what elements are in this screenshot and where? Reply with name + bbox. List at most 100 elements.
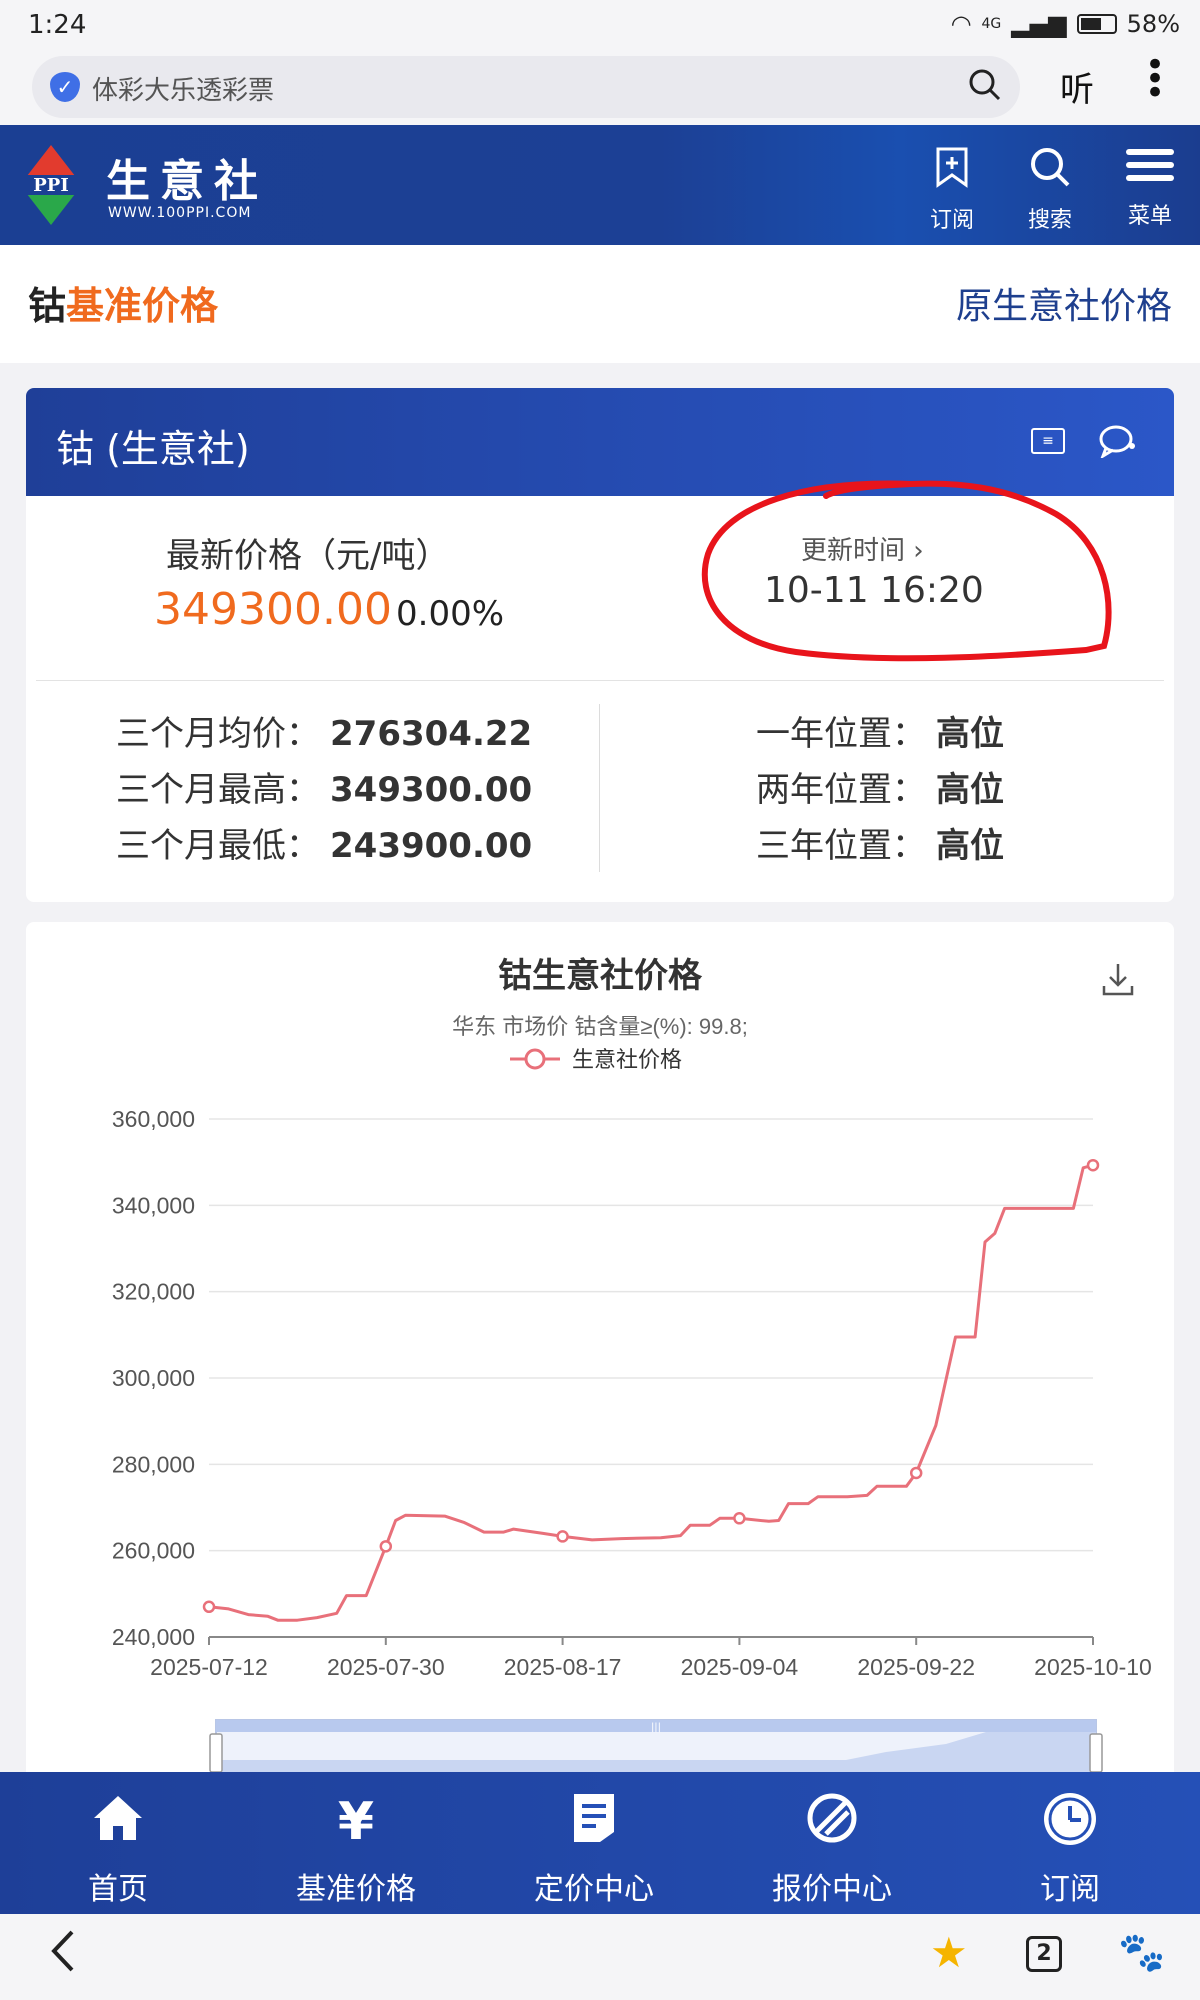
stat-1y-position: 一年位置： 高位	[756, 714, 1004, 754]
price-card-title: 钴 (生意社)	[56, 427, 250, 471]
back-arrow-icon[interactable]	[48, 1928, 78, 1985]
ppi-logo[interactable]: PPI	[20, 145, 82, 225]
price-card: 钴 (生意社) ≡ 最新价格（元/吨） 349300.00 0.00% 更新时间…	[26, 388, 1174, 902]
y-tick-label: 280,000	[112, 1451, 195, 1477]
quote-icon	[742, 1790, 922, 1854]
nav-benchmark-label: 基准价格	[296, 1872, 416, 1907]
x-tick-label: 2025-07-30	[327, 1654, 445, 1680]
home-icon	[28, 1790, 208, 1854]
status-indicators: ◠ 4G ▂▄▆ 58%	[951, 10, 1180, 38]
x-tick-label: 2025-08-17	[504, 1654, 622, 1680]
yen-icon: ¥	[337, 1792, 375, 1852]
nav-subscribe[interactable]: 订阅	[980, 1790, 1160, 1908]
search-icon	[1010, 145, 1090, 200]
header-subscribe-button[interactable]: 订阅	[912, 145, 992, 234]
page-title: 钴基准价格	[28, 275, 218, 330]
header-subscribe-label: 订阅	[929, 208, 974, 233]
search-icon[interactable]	[968, 68, 1002, 110]
site-name[interactable]: 生意社	[106, 145, 268, 209]
browser-toolbar: ✓ 体彩大乐透彩票	[0, 50, 1200, 125]
header-menu-button[interactable]: 菜单	[1110, 145, 1190, 230]
subscribe-icon	[912, 145, 992, 200]
y-tick-label: 360,000	[112, 1106, 195, 1132]
header-search-button[interactable]: 搜索	[1010, 145, 1090, 234]
clock-icon	[980, 1790, 1160, 1854]
slider-left-handle	[209, 1733, 223, 1772]
stat-2y-position: 两年位置： 高位	[756, 770, 1004, 810]
star-icon[interactable]: ★	[930, 1928, 968, 1977]
data-point	[556, 1530, 569, 1543]
document-icon	[504, 1790, 684, 1854]
header-menu-label: 菜单	[1127, 204, 1172, 229]
shield-icon: ✓	[50, 72, 80, 102]
header-search-label: 搜索	[1027, 208, 1072, 233]
nav-subscribe-label: 订阅	[1040, 1872, 1100, 1907]
x-tick-label: 2025-07-12	[150, 1654, 268, 1680]
status-bar: 1:24 ◠ 4G ▂▄▆ 58%	[0, 0, 1200, 50]
latest-price-label: 最新价格（元/吨）	[166, 536, 450, 576]
bottom-navigation: 首页 ¥ 基准价格 定价中心 报价中心 订阅	[0, 1772, 1200, 1914]
y-tick-label: 320,000	[112, 1279, 195, 1305]
battery-percent: 58%	[1126, 10, 1180, 38]
download-icon[interactable]	[1102, 964, 1134, 996]
nav-benchmark-price[interactable]: ¥ 基准价格	[266, 1790, 446, 1908]
slider-grip-icon: |||	[651, 1722, 661, 1733]
latest-price-value: 349300.00	[154, 584, 392, 635]
status-time: 1:24	[28, 10, 87, 40]
y-tick-label: 260,000	[112, 1538, 195, 1564]
nav-pricing-center[interactable]: 定价中心	[504, 1790, 684, 1908]
id-card-icon[interactable]: ≡	[1031, 428, 1065, 454]
legend-label: 生意社价格	[572, 1047, 682, 1072]
menu-icon	[1110, 145, 1190, 196]
signal-bars-icon: ▂▄▆	[1011, 10, 1067, 38]
nav-quote-label: 报价中心	[772, 1872, 892, 1907]
listen-button[interactable]: 听	[1060, 62, 1094, 111]
stat-3y-position: 三年位置： 高位	[756, 826, 1004, 866]
site-header: PPI 生意社 WWW.100PPI.COM 订阅 搜索 菜单	[0, 125, 1200, 245]
y-tick-label: 340,000	[112, 1192, 195, 1218]
data-point	[909, 1466, 923, 1480]
nav-quote-center[interactable]: 报价中心	[742, 1790, 922, 1908]
more-options-icon[interactable]: • • •	[1140, 48, 1170, 110]
page-title-row: 钴基准价格 原生意社价格	[0, 245, 1200, 363]
data-point	[733, 1512, 746, 1525]
x-tick-label: 2025-09-22	[857, 1654, 975, 1680]
nav-pricing-label: 定价中心	[534, 1872, 654, 1907]
tabs-count-button[interactable]: 2	[1026, 1936, 1062, 1972]
nav-home[interactable]: 首页	[28, 1790, 208, 1908]
chart-title: 钴生意社价格	[498, 957, 703, 995]
logo-text: PPI	[33, 175, 69, 196]
address-bar[interactable]: ✓ 体彩大乐透彩票	[32, 56, 1020, 118]
x-tick-label: 2025-09-04	[681, 1654, 799, 1680]
battery-icon	[1076, 14, 1117, 34]
data-zoom-slider[interactable]: |||	[209, 1719, 1103, 1772]
browser-bottom-bar: ★ 2 🐾	[0, 1914, 1200, 2000]
chat-icon[interactable]	[1098, 424, 1138, 466]
stat-3m-high: 三个月最高： 349300.00	[116, 770, 533, 810]
original-price-link[interactable]: 原生意社价格	[956, 277, 1172, 329]
y-tick-label: 240,000	[112, 1624, 195, 1650]
nav-home-label: 首页	[88, 1872, 148, 1907]
data-point	[1086, 1158, 1100, 1172]
page-title-prefix: 钴	[28, 284, 67, 328]
legend-marker	[524, 1048, 546, 1070]
signal-icon: 4G	[981, 16, 1002, 32]
address-text: 体彩大乐透彩票	[92, 76, 275, 106]
stats-divider	[599, 704, 600, 872]
data-point	[379, 1540, 393, 1553]
card-divider	[36, 680, 1164, 681]
red-annotation-circle	[701, 480, 1112, 662]
data-point	[202, 1600, 216, 1614]
stat-3m-low: 三个月最低： 243900.00	[116, 826, 533, 866]
x-tick-label: 2025-10-10	[1034, 1654, 1152, 1680]
chart-legend[interactable]: 生意社价格	[510, 1047, 682, 1072]
price-change-percent: 0.00%	[396, 594, 505, 634]
baidu-paw-icon[interactable]: 🐾	[1118, 1930, 1165, 1975]
chart-subtitle: 华东 市场价 钴含量≥(%): 99.8;	[452, 1014, 748, 1039]
price-line-chart: 钴生意社价格 华东 市场价 钴含量≥(%): 99.8; 生意社价格 240,0…	[112, 957, 1152, 1772]
site-url: WWW.100PPI.COM	[108, 205, 252, 221]
page-title-highlight: 基准价格	[66, 284, 219, 328]
wifi-icon: ◠	[950, 10, 972, 38]
series-line	[208, 1163, 1094, 1622]
slider-right-handle	[1089, 1733, 1103, 1772]
